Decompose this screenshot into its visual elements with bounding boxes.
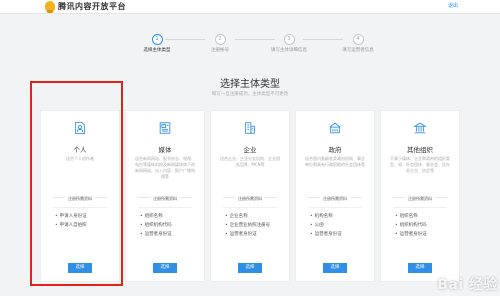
requirement-item: 企业营业执照注册号 [225,221,271,230]
divider [308,207,362,208]
government-icon [329,122,341,134]
card-enterprise[interactable]: 企业 适合企业、企业分支机构、企业相关品牌、MCN等 注册所需资料 企业名称 企… [210,110,290,282]
requirement-item: 运营者身份证 [395,230,427,239]
requirements-list: 组织名称 组织机构代码 运营者身份证 [395,212,427,239]
penguin-bell-logo-icon [45,1,55,13]
institution-icon [413,122,427,134]
step-4-label: 填写运营者信息 [342,48,374,53]
card-description: 适合新闻网站、报刊杂志、电视、电台等媒体机构及新闻媒体旗下的新闻网站、出入内容、… [135,156,195,179]
card-title: 其他组织 [407,146,433,154]
card-other-organization[interactable]: 其他组织 不属于媒体、企业和政府的组织类型，如：社会团体、基金会、民办非企业、协… [380,110,460,282]
highlight-annotation-box [30,81,123,286]
select-other-organization-button[interactable]: 选择 [408,263,432,273]
requirements-list: 企业名称 企业营业执照注册号 运营者身份证 [225,212,271,239]
divider [138,207,192,208]
requirement-item: 组织名称 [395,212,427,221]
requirements-list: 机构名称 公函 运营者身份证 [310,212,342,239]
step-2-number: 2 [214,34,226,45]
requirement-item: 机构名称 [310,212,342,221]
requirements-label: 注册所需资料 [126,196,204,202]
step-2: 2 注册帐号 [185,34,255,53]
step-1-label: 选择主体类型 [143,48,171,53]
step-3: 3 填写主体详细信息 [254,34,324,53]
divider [223,207,277,208]
card-description: 适合企业、企业分支机构、企业相关品牌、MCN等 [220,156,280,167]
card-description: 不属于媒体、企业和政府的组织类型，如：社会团体、基金会、民办非企业、协会等 [390,156,450,173]
step-1: 1 选择主体类型 [122,34,192,53]
step-4-number: 4 [352,34,364,45]
card-title: 企业 [243,146,257,154]
logo[interactable]: 腾讯内容开放平台 [45,1,126,13]
requirement-item: 运营者身份证 [225,230,270,239]
step-3-label: 填写主体详细信息 [271,48,307,53]
step-2-label: 注册帐号 [211,48,229,53]
building-icon [245,122,255,134]
requirements-list: 组织名称 组织机构代码 运营者身份证 [140,212,172,239]
step-progress: 1 选择主体类型 2 注册帐号 3 填写主体详细信息 4 填写运营者信息 [0,34,500,64]
requirement-item: 企业名称 [225,212,270,221]
requirement-item: 运营者身份证 [140,230,172,239]
requirements-label: 注册所需资料 [381,196,459,202]
card-description: 适合国内各级各类政府机构、事业单位和具有行政职能的社会团体等 [305,156,365,167]
select-media-button[interactable]: 选择 [153,263,177,273]
select-government-button[interactable]: 选择 [323,263,347,273]
requirement-item: 组织机构代码 [395,221,427,230]
requirement-item: 公函 [310,221,342,230]
media-document-icon [159,122,171,134]
card-title: 媒体 [158,146,172,154]
step-1-number: 1 [151,34,163,45]
requirements-label: 注册所需资料 [296,196,374,202]
top-bar: 腾讯内容开放平台 退出 [0,0,500,14]
exit-link[interactable]: 退出 [448,2,458,9]
card-government[interactable]: 政府 适合国内各级各类政府机构、事业单位和具有行政职能的社会团体等 注册所需资料… [295,110,375,282]
select-enterprise-button[interactable]: 选择 [238,263,262,273]
card-title: 政府 [328,146,342,154]
requirement-item: 组织机构代码 [140,221,172,230]
step-3-number: 3 [283,34,295,45]
requirement-item: 运营者身份证 [310,230,342,239]
platform-title: 腾讯内容开放平台 [58,2,126,11]
card-media[interactable]: 媒体 适合新闻网站、报刊杂志、电视、电台等媒体机构及新闻媒体旗下的新闻网站、出入… [125,110,205,282]
requirements-label: 注册所需资料 [211,196,289,202]
step-4: 4 填写运营者信息 [323,34,393,53]
divider [393,207,447,208]
watermark: Bai 经验 [437,277,498,293]
requirement-item: 组织名称 [140,212,172,221]
